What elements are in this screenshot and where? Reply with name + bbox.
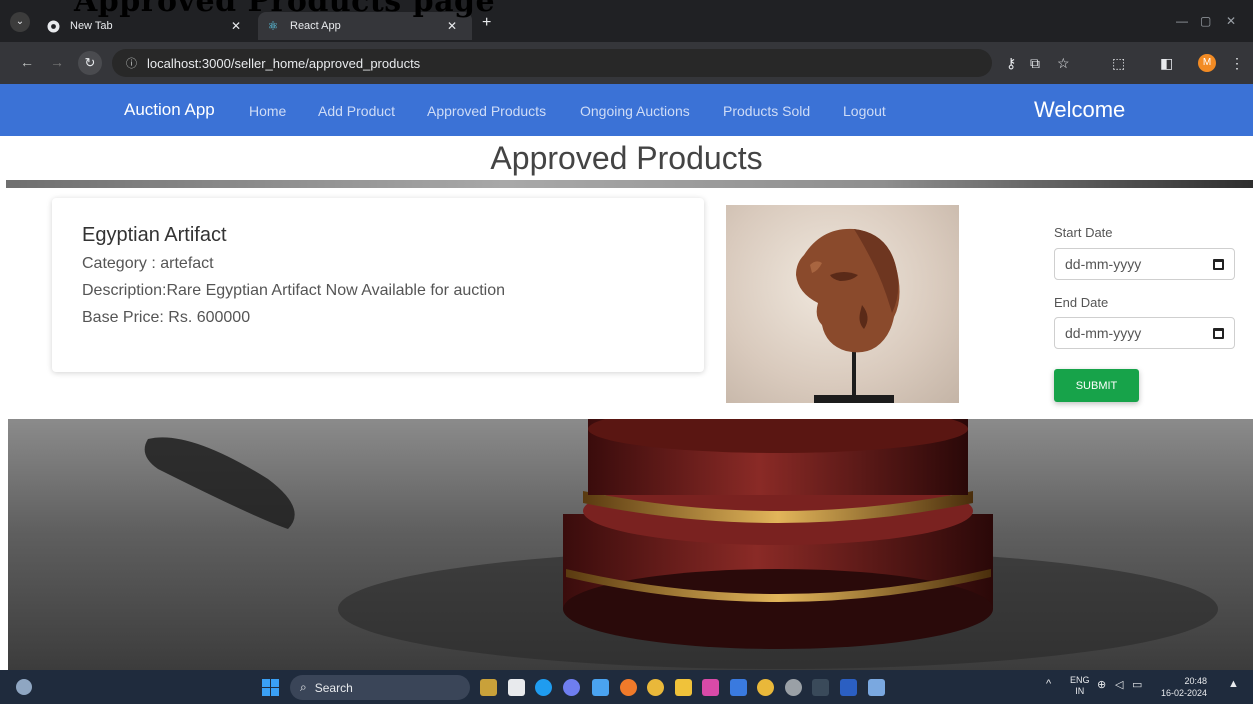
end-date-input[interactable]: dd-mm-yyyy [1054, 317, 1235, 349]
calendar-icon[interactable] [1213, 327, 1224, 339]
file-explorer-icon[interactable] [675, 679, 692, 696]
chrome-icon [46, 19, 60, 33]
brand-link[interactable]: Auction App [124, 100, 215, 120]
back-icon[interactable]: ← [20, 54, 34, 70]
calendar-icon[interactable] [1213, 258, 1224, 270]
taskbar-app-icon[interactable] [868, 679, 885, 696]
tab-label: React App [290, 20, 341, 32]
language-code: ENG [1070, 675, 1090, 685]
taskbar-app-icon[interactable] [702, 679, 719, 696]
menu-kebab-icon[interactable]: ⋮ [1230, 55, 1244, 72]
url-text: localhost:3000/seller_home/approved_prod… [147, 55, 421, 71]
start-date-label: Start Date [1054, 225, 1113, 240]
nav-home[interactable]: Home [249, 103, 286, 119]
weather-widget-icon[interactable] [16, 679, 32, 695]
taskbar-app-icon[interactable] [480, 679, 497, 696]
side-panel-icon[interactable]: ◧ [1160, 55, 1173, 72]
nav-logout[interactable]: Logout [843, 103, 886, 119]
submit-button[interactable]: SUBMIT [1054, 369, 1139, 402]
clock-time: 20:48 [1184, 676, 1207, 686]
minimize-icon[interactable]: — [1176, 14, 1188, 28]
product-card: Egyptian Artifact Category : artefact De… [52, 198, 704, 372]
tab-label: New Tab [70, 20, 113, 32]
system-clock[interactable]: 20:48 16-02-2024 [1155, 675, 1207, 699]
close-icon[interactable]: ✕ [226, 19, 246, 33]
extensions-icon[interactable]: ⬚ [1112, 55, 1125, 72]
windows-start-icon[interactable] [262, 679, 279, 696]
product-description: Description:Rare Egyptian Artifact Now A… [82, 282, 506, 299]
end-date-placeholder: dd-mm-yyyy [1065, 325, 1142, 341]
forward-icon[interactable]: → [50, 54, 64, 70]
taskbar-app-icon[interactable] [508, 679, 525, 696]
profile-avatar[interactable]: M [1198, 54, 1216, 72]
app-navbar: Auction App Home Add Product Approved Pr… [0, 84, 1253, 136]
language-indicator[interactable]: ENG IN [1070, 675, 1090, 697]
reload-icon[interactable]: ↻ [78, 51, 102, 75]
browser-tab-bar: Approved Products page ⌄ New Tab ✕ ⚛ Rea… [0, 0, 1253, 42]
window-close-icon[interactable]: ✕ [1226, 14, 1236, 28]
battery-icon[interactable]: ▭ [1132, 678, 1142, 691]
page-title: Approved Products [490, 140, 763, 176]
edge-icon[interactable] [535, 679, 552, 696]
start-date-placeholder: dd-mm-yyyy [1065, 256, 1142, 272]
restore-icon[interactable]: ▢ [1200, 14, 1211, 28]
react-icon: ⚛ [267, 19, 279, 33]
word-icon[interactable] [840, 679, 857, 696]
start-date-input[interactable]: dd-mm-yyyy [1054, 248, 1235, 280]
nav-products-sold[interactable]: Products Sold [723, 103, 810, 119]
document-heading-fragment: Approved Products page [74, 0, 496, 19]
tray-chevron-icon[interactable]: ^ [1046, 678, 1051, 690]
volume-icon[interactable]: ◁ [1115, 678, 1123, 691]
nav-add-product[interactable]: Add Product [318, 103, 395, 119]
close-icon[interactable]: ✕ [442, 19, 462, 33]
taskbar-search[interactable]: ⌕ Search [290, 675, 470, 700]
address-bar[interactable]: ⓘ localhost:3000/seller_home/approved_pr… [112, 49, 992, 77]
end-date-label: End Date [1054, 295, 1109, 310]
chrome-icon[interactable] [647, 679, 664, 696]
site-info-icon[interactable]: ⓘ [126, 55, 137, 71]
notification-bell-icon[interactable]: ▲ [1228, 678, 1239, 690]
product-name: Egyptian Artifact [82, 224, 227, 246]
store-icon[interactable] [592, 679, 609, 696]
firefox-icon[interactable] [620, 679, 637, 696]
title-divider [6, 180, 1253, 188]
region-code: IN [1075, 686, 1085, 696]
product-image [726, 205, 959, 403]
taskbar-app-icon[interactable] [563, 679, 580, 696]
terminal-icon[interactable] [812, 679, 829, 696]
taskbar-app-icon[interactable] [730, 679, 747, 696]
clock-date: 16-02-2024 [1160, 688, 1207, 698]
network-icon[interactable]: ⊕ [1097, 678, 1106, 691]
nav-ongoing-auctions[interactable]: Ongoing Auctions [580, 103, 690, 119]
install-app-icon[interactable]: ⧉ [1030, 55, 1040, 72]
tab-search-icon[interactable]: ⌄ [10, 12, 30, 32]
settings-icon[interactable] [785, 679, 802, 696]
nav-approved-products[interactable]: Approved Products [427, 103, 546, 119]
password-key-icon[interactable]: ⚷ [1006, 55, 1016, 72]
chrome-profile-icon[interactable] [757, 679, 774, 696]
welcome-text: Welcome [1034, 97, 1126, 122]
os-taskbar: ⌕ Search ^ ENG IN ⊕ ◁ ▭ 20:48 16-02-2024… [0, 670, 1253, 704]
gavel-hero-image [8, 419, 1253, 670]
product-base-price: Base Price: Rs. 600000 [82, 309, 251, 326]
browser-toolbar: ← → ↻ ⓘ localhost:3000/seller_home/appro… [0, 42, 1253, 84]
product-category: Category : artefact [82, 255, 214, 272]
search-icon: ⌕ [300, 680, 307, 694]
taskbar-search-label: Search [314, 680, 353, 695]
bookmark-star-icon[interactable]: ☆ [1057, 55, 1070, 72]
